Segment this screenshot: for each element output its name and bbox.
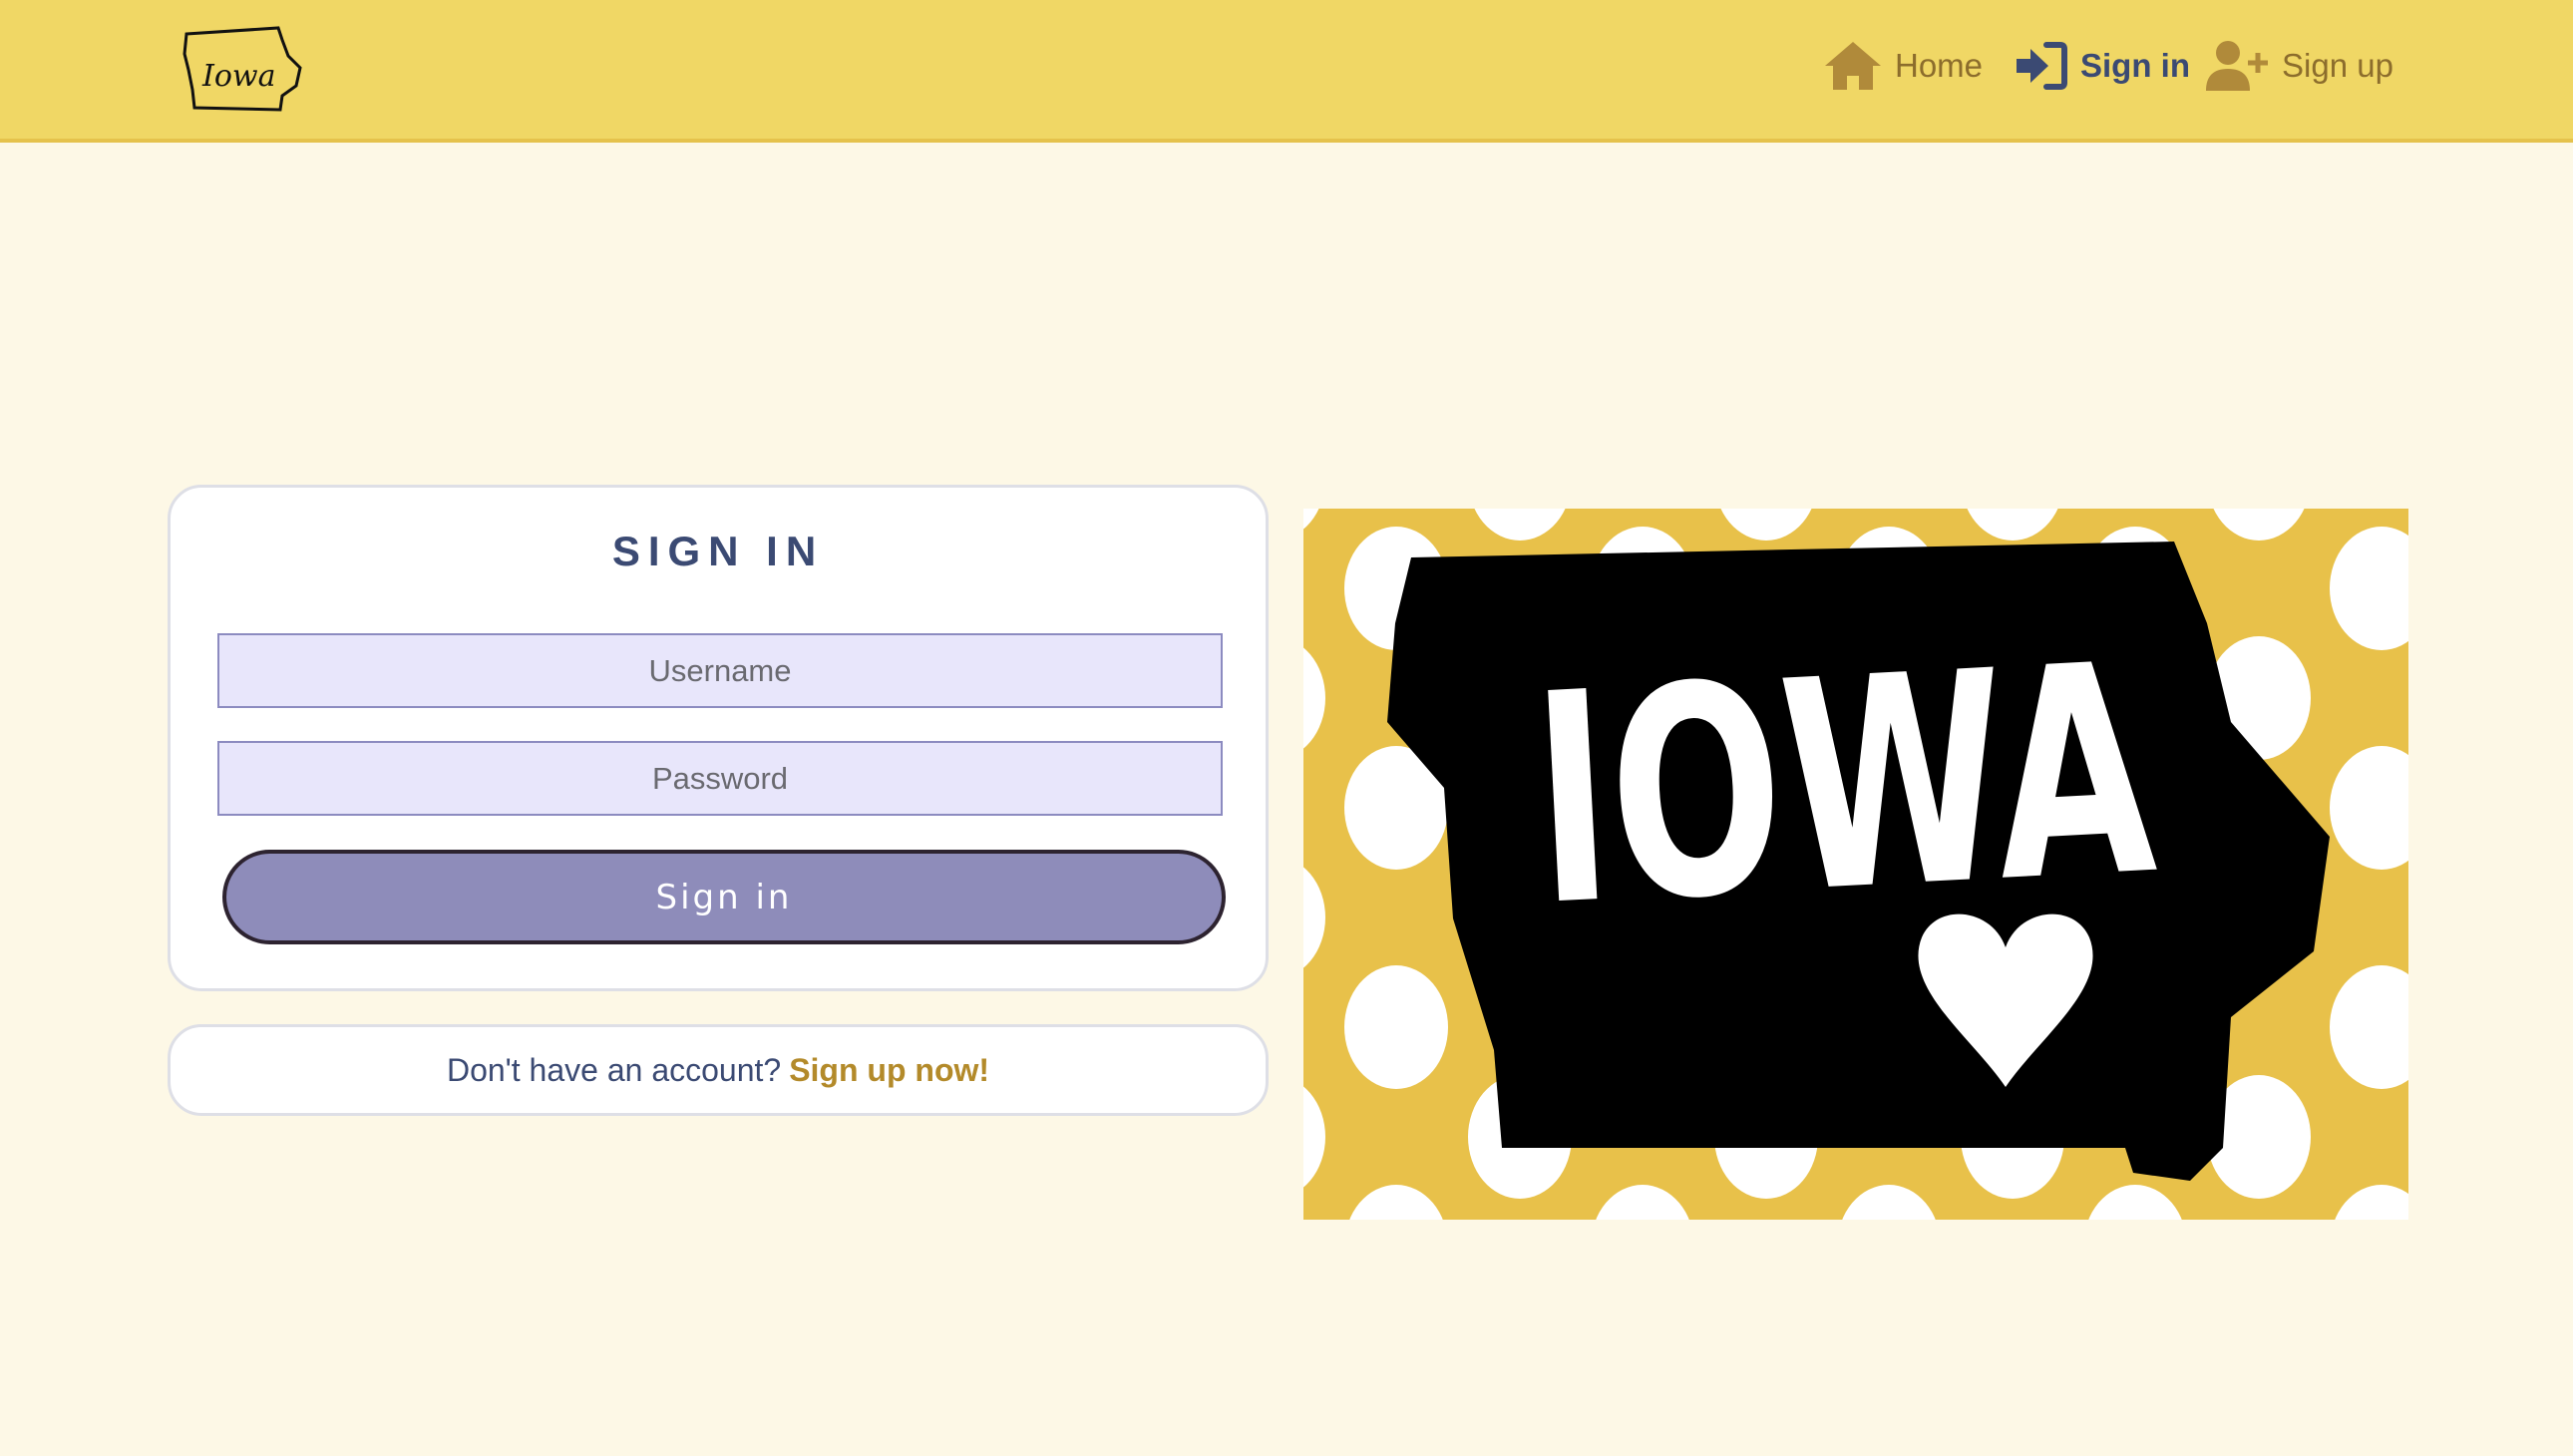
username-input[interactable] [217, 633, 1223, 708]
form-title: SIGN IN [611, 528, 825, 574]
user-plus-icon [2206, 41, 2268, 91]
iowa-hero-image: IOWA [1303, 509, 2408, 1220]
svg-text:Iowa: Iowa [201, 59, 275, 94]
hero-text: IOWA [1527, 602, 2163, 970]
nav-home[interactable]: Home [1823, 36, 1983, 96]
sign-up-prompt-text: Don't have an account? [446, 1051, 782, 1088]
sign-in-form: SIGN IN Sign in [168, 485, 1269, 991]
sign-in-button[interactable]: Sign in [222, 850, 1226, 944]
nav-home-label: Home [1895, 47, 1984, 84]
top-navbar: Iowa Home Sign in Sign up [0, 0, 2573, 143]
nav-sign-in-label: Sign in [2080, 47, 2190, 84]
nav-sign-up-label: Sign up [2282, 47, 2393, 84]
sign-up-link[interactable]: Sign up now! [789, 1052, 989, 1089]
home-icon [1825, 42, 1881, 90]
password-input[interactable] [217, 741, 1223, 816]
iowa-logo[interactable]: Iowa [183, 26, 312, 114]
sign-in-icon [2017, 42, 2067, 90]
nav-sign-up[interactable]: Sign up [2204, 36, 2393, 96]
sign-up-prompt: Don't have an account? Sign up now! [168, 1024, 1269, 1116]
nav-sign-in[interactable]: Sign in [2015, 36, 2190, 96]
